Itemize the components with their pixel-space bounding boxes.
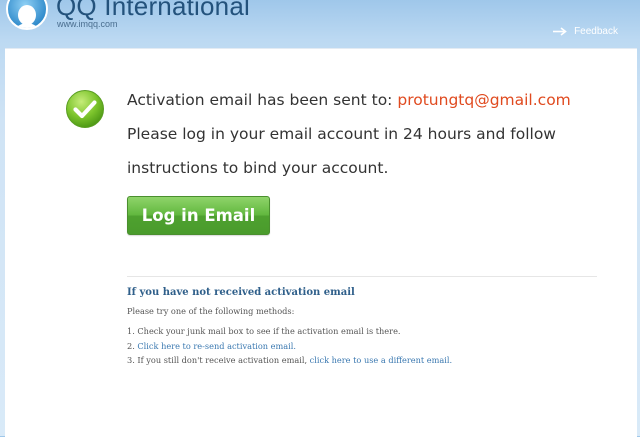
site-header: QQ International www.imqq.com Feedback <box>0 0 640 48</box>
different-email-link[interactable]: click here to use a different email. <box>310 355 452 365</box>
help-item-2: 2. Click here to re-send activation emai… <box>127 339 607 354</box>
sent-prefix: Activation email has been sent to: <box>127 91 393 109</box>
site-url[interactable]: www.imqq.com <box>57 19 118 29</box>
feedback-label: Feedback <box>574 26 618 37</box>
content-panel: Activation email has been sent to: protu… <box>5 48 637 437</box>
qq-penguin-logo-icon[interactable] <box>6 0 48 32</box>
resend-email-link[interactable]: Click here to re-send activation email. <box>137 341 296 351</box>
instruction-line-1: Please log in your email account in 24 h… <box>127 125 556 143</box>
email-address: protungtq@gmail.com <box>397 91 571 109</box>
sent-line: Activation email has been sent to: protu… <box>127 89 627 123</box>
help-subtitle: Please try one of the following methods: <box>127 306 295 316</box>
help-list: 1. Check your junk mail box to see if th… <box>127 324 607 368</box>
help-item-3: 3. If you still don't receive activation… <box>127 353 607 368</box>
help-section: If you have not received activation emai… <box>127 285 607 368</box>
help-item-1: 1. Check your junk mail box to see if th… <box>127 326 401 336</box>
arrow-right-icon <box>553 27 567 36</box>
feedback-link[interactable]: Feedback <box>552 26 618 37</box>
activation-message: Activation email has been sent to: protu… <box>127 89 627 191</box>
login-email-button[interactable]: Log in Email <box>127 196 270 235</box>
help-item-3-prefix: 3. If you still don't receive activation… <box>127 355 310 365</box>
help-item-2-prefix: 2. <box>127 340 138 351</box>
instruction-line-2: instructions to bind your account. <box>127 159 389 177</box>
divider <box>127 276 597 277</box>
green-check-circle-icon <box>66 90 104 128</box>
help-title: If you have not received activation emai… <box>127 287 355 298</box>
